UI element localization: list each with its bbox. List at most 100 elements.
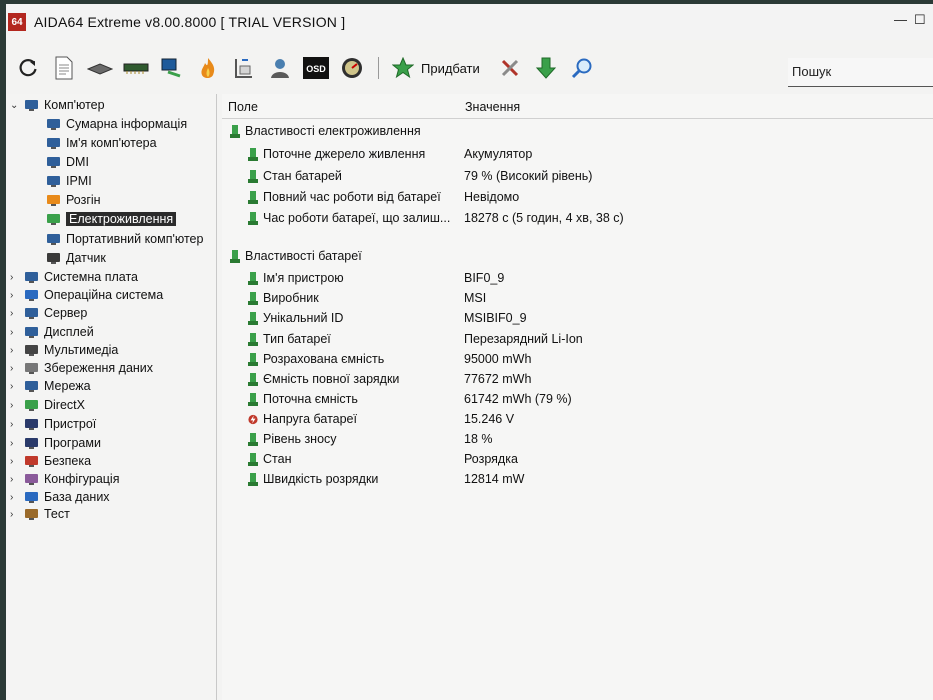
network-icon[interactable] (158, 54, 186, 82)
download-icon[interactable] (532, 54, 560, 82)
section-title: Властивості електроживлення (245, 124, 421, 138)
table-row[interactable]: Час роботи батареї, що залиш... 18278 с (… (222, 211, 922, 229)
tree-item[interactable]: › Мережа (10, 377, 91, 395)
header-divider (222, 118, 933, 119)
tree-item[interactable]: › Програми (10, 434, 101, 452)
chevron-right-icon[interactable]: › (10, 509, 13, 520)
tree-item[interactable]: › База даних (10, 488, 110, 506)
chevron-right-icon[interactable]: › (10, 290, 13, 301)
multimedia-icon (24, 344, 39, 357)
search-box[interactable] (788, 58, 933, 87)
chevron-right-icon[interactable]: › (10, 363, 13, 374)
tree-item[interactable]: › Збереження даних (10, 359, 153, 377)
table-row[interactable]: Рівень зносу 18 % (222, 432, 922, 450)
tree-item[interactable]: › Системна плата (10, 268, 138, 286)
tree-item[interactable]: Датчик (46, 249, 106, 267)
table-row[interactable]: Стан Розрядка (222, 452, 922, 470)
tree-item[interactable]: › Пристрої (10, 415, 96, 433)
tree-item-label: Системна плата (44, 270, 138, 284)
chevron-right-icon[interactable]: › (10, 438, 13, 449)
minimize-button[interactable]: — (894, 12, 907, 27)
chevron-right-icon[interactable]: › (10, 474, 13, 485)
table-row[interactable]: Поточне джерело живлення Акумулятор (222, 147, 922, 165)
chevron-right-icon[interactable]: › (10, 456, 13, 467)
refresh-icon[interactable] (14, 54, 42, 82)
tree-item[interactable]: DMI (46, 153, 89, 171)
tree-item[interactable]: › Тест (10, 505, 70, 523)
tree-item-label: IPMI (66, 174, 92, 188)
tree-item[interactable]: › Сервер (10, 304, 87, 322)
search-input[interactable] (788, 58, 929, 84)
column-header-field[interactable]: Поле (228, 100, 258, 114)
tree-item[interactable]: › Мультимедіа (10, 341, 118, 359)
chevron-right-icon[interactable]: › (10, 381, 13, 392)
table-row[interactable]: Тип батареї Перезарядний Li-Ion (222, 332, 922, 350)
tree-item-label: Датчик (66, 251, 106, 265)
tree-item[interactable]: Портативний комп'ютер (46, 230, 203, 248)
motherboard-icon[interactable] (86, 54, 114, 82)
tree-item-label: Портативний комп'ютер (66, 232, 204, 246)
battery-icon (248, 352, 258, 366)
gauge-icon[interactable] (338, 54, 366, 82)
chevron-right-icon[interactable]: › (10, 345, 13, 356)
portable-icon (46, 233, 61, 246)
table-row[interactable]: Унікальний ID MSIBIF0_9 (222, 311, 922, 329)
user-icon[interactable] (266, 54, 294, 82)
section-header[interactable]: Властивості батареї (222, 249, 922, 267)
table-row[interactable]: Стан батарей 79 % (Високий рівень) (222, 169, 922, 187)
tools-icon[interactable] (496, 54, 524, 82)
table-row[interactable]: Ємність повної зарядки 77672 mWh (222, 372, 922, 390)
field-name: Виробник (263, 291, 319, 305)
tree-item[interactable]: Електроживлення (46, 210, 177, 228)
tree-item[interactable]: IPMI (46, 172, 92, 190)
section-header[interactable]: Властивості електроживлення (222, 124, 922, 142)
svg-text:OSD: OSD (306, 64, 326, 74)
voltage-icon (248, 414, 258, 424)
chevron-right-icon[interactable]: › (10, 400, 13, 411)
chevron-down-icon[interactable]: ⌄ (10, 100, 18, 111)
report-icon[interactable] (50, 54, 78, 82)
star-icon[interactable] (389, 54, 417, 82)
table-row[interactable]: Розрахована ємність 95000 mWh (222, 352, 922, 370)
tree-item[interactable]: Ім'я комп'ютера (46, 134, 157, 152)
table-row[interactable]: Напруга батареї 15.246 V (222, 412, 922, 430)
tree-item-label: База даних (44, 490, 110, 504)
app-window: 64 AIDA64 Extreme v8.00.8000 [ TRIAL VER… (6, 4, 933, 700)
database-icon (24, 491, 39, 504)
stress-icon[interactable] (230, 54, 258, 82)
tree-item[interactable]: ⌄ Комп'ютер (10, 96, 105, 114)
buy-button[interactable]: Придбати (421, 61, 480, 76)
search-icon[interactable] (568, 54, 596, 82)
windows-icon (24, 289, 39, 302)
battery-icon (248, 452, 258, 466)
flame-icon[interactable] (194, 54, 222, 82)
maximize-button[interactable]: ☐ (914, 12, 926, 28)
tree-item[interactable]: › Дисплей (10, 323, 94, 341)
tree-item[interactable]: › Безпека (10, 452, 91, 470)
programs-icon (24, 437, 39, 450)
memory-icon[interactable] (122, 54, 150, 82)
chevron-right-icon[interactable]: › (10, 327, 13, 338)
display-icon (24, 326, 39, 339)
test-icon (24, 508, 39, 521)
column-header-value[interactable]: Значення (465, 100, 520, 114)
security-icon (24, 455, 39, 468)
osd-icon[interactable]: OSD (302, 54, 330, 82)
chevron-right-icon[interactable]: › (10, 272, 13, 283)
tree-item[interactable]: › Конфігурація (10, 470, 119, 488)
tree-item[interactable]: › Операційна система (10, 286, 163, 304)
chevron-right-icon[interactable]: › (10, 492, 13, 503)
tree-item[interactable]: Розгін (46, 191, 101, 209)
tree-item[interactable]: › DirectX (10, 396, 85, 414)
field-name: Стан батарей (263, 169, 342, 183)
tree-item[interactable]: Сумарна інформація (46, 115, 187, 133)
tree-item-label: Комп'ютер (44, 98, 105, 112)
table-row[interactable]: Повний час роботи від батареї Невідомо (222, 190, 922, 208)
table-row[interactable]: Швидкість розрядки 12814 mW (222, 472, 922, 490)
title-bar: 64 AIDA64 Extreme v8.00.8000 [ TRIAL VER… (6, 4, 933, 40)
chevron-right-icon[interactable]: › (10, 419, 13, 430)
table-row[interactable]: Виробник MSI (222, 291, 922, 309)
chevron-right-icon[interactable]: › (10, 308, 13, 319)
table-row[interactable]: Поточна ємність 61742 mWh (79 %) (222, 392, 922, 410)
table-row[interactable]: Ім'я пристрою BIF0_9 (222, 271, 922, 289)
